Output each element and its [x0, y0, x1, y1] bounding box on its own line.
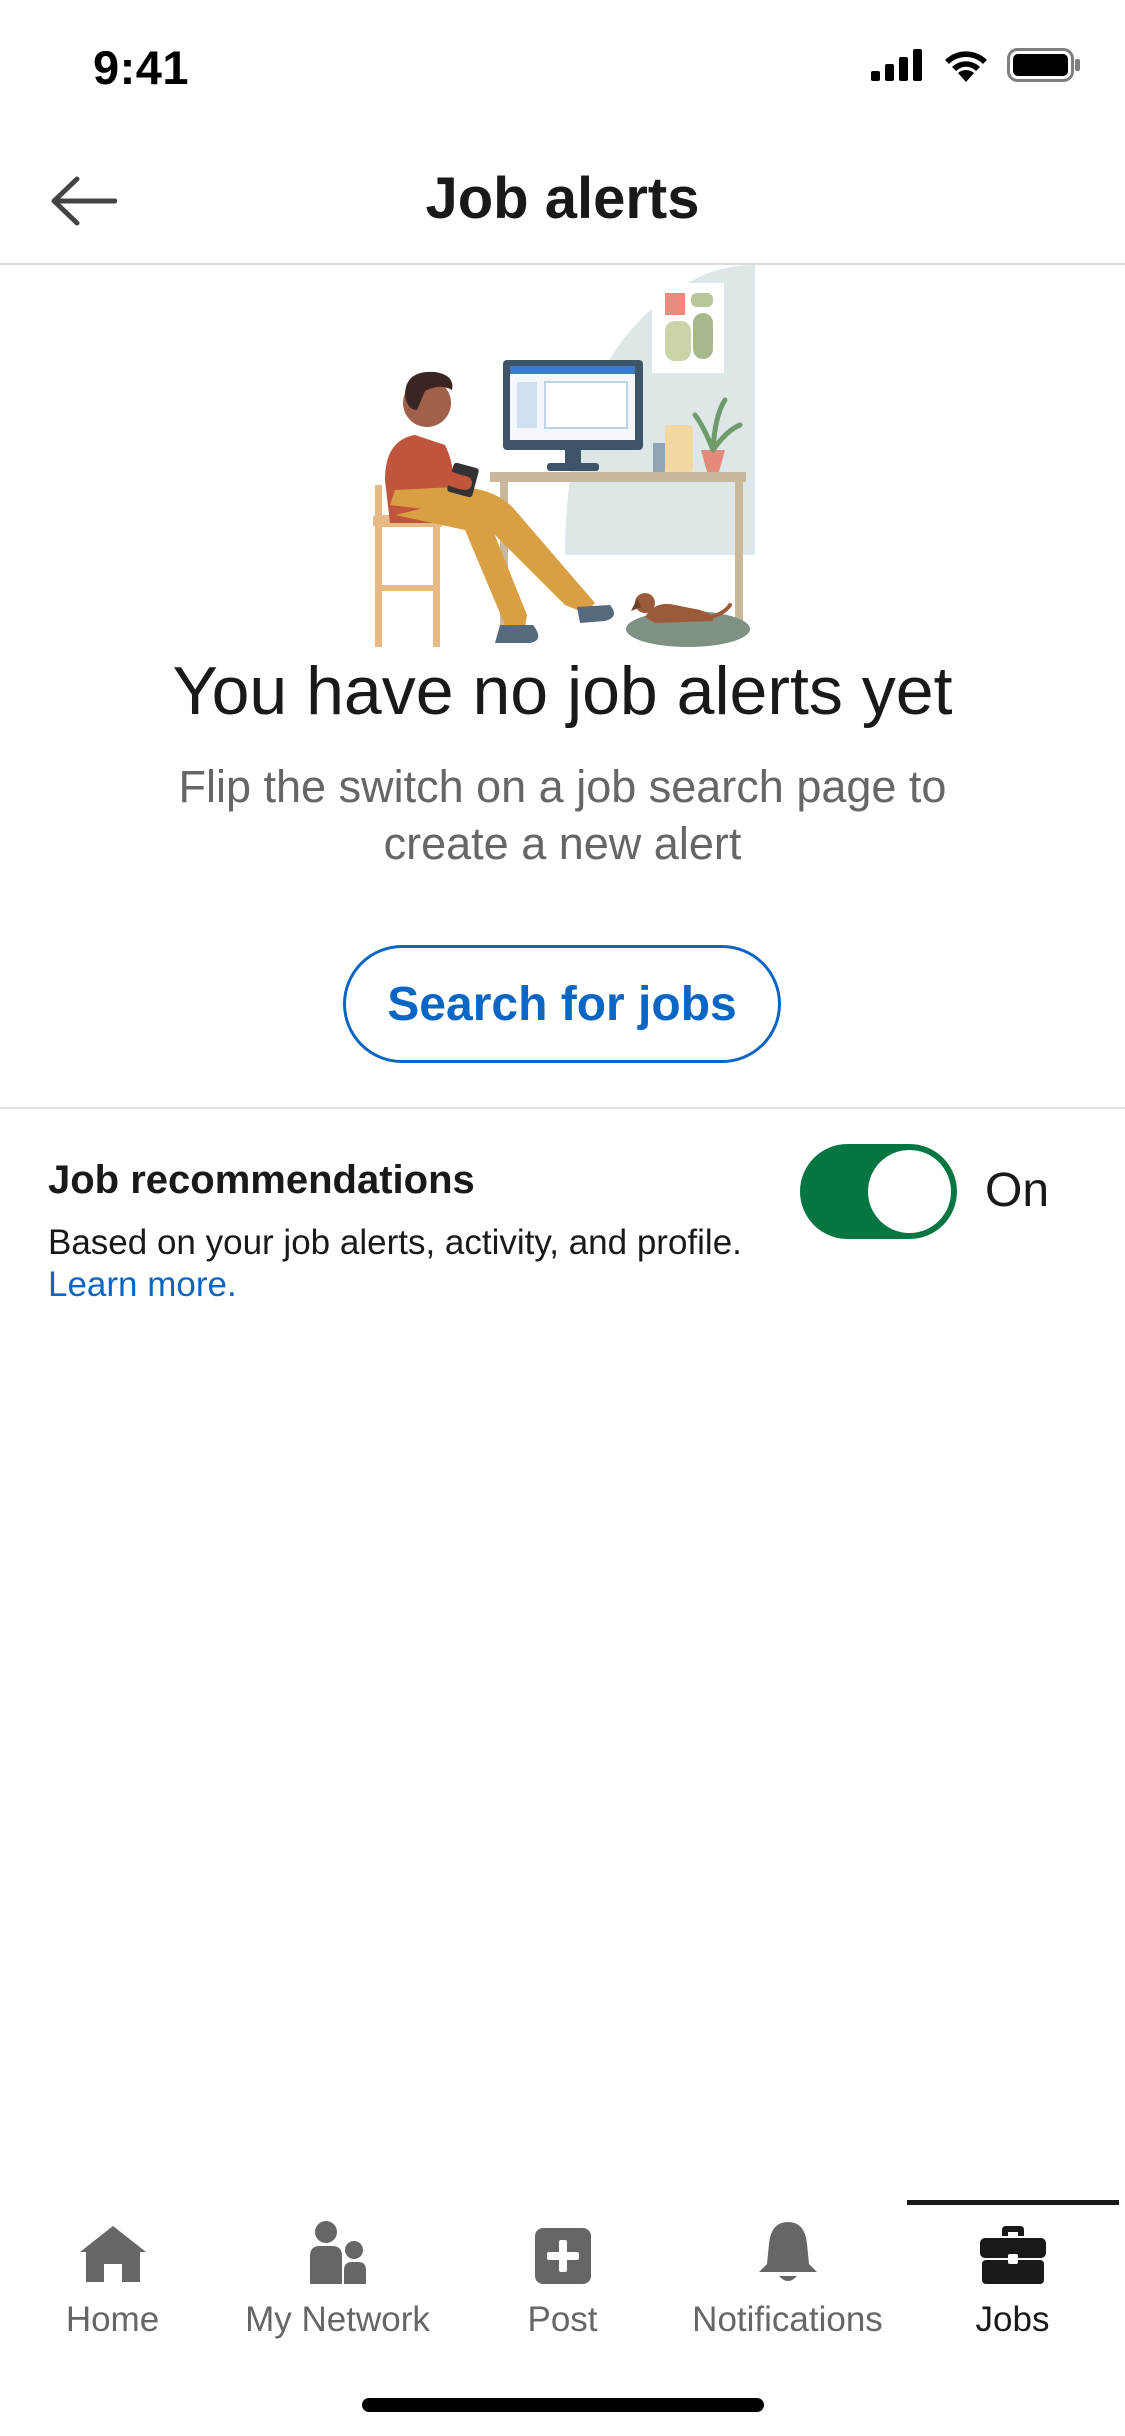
toggle-state-label: On — [985, 1164, 1050, 1217]
nav-item-post[interactable]: Post — [505, 2190, 620, 2340]
bell-icon — [758, 2222, 817, 2281]
empty-state-title: You have no job alerts yet — [172, 653, 953, 729]
nav-item-home[interactable]: Home — [40, 2190, 185, 2340]
page-title: Job alerts — [425, 166, 700, 231]
nav-label-home: Home — [65, 2300, 160, 2339]
wifi-icon — [945, 51, 987, 82]
my-network-icon — [309, 2221, 366, 2284]
nav-item-my-network[interactable]: My Network — [225, 2190, 450, 2340]
battery-icon — [1007, 48, 1080, 82]
nav-item-notifications[interactable]: Notifications — [680, 2190, 895, 2340]
search-for-jobs-button[interactable]: Search for jobs — [343, 945, 781, 1063]
post-icon — [534, 2228, 591, 2284]
job-recommendations-title: Job recommendations — [48, 1158, 475, 1202]
header: Job alerts — [0, 135, 1125, 265]
empty-state-illustration — [373, 265, 755, 647]
job-recommendations-description: Based on your job alerts, activity, and … — [48, 1222, 748, 1306]
learn-more-link[interactable]: Learn more. — [48, 1265, 237, 1304]
nav-label-jobs: Jobs — [975, 2300, 1050, 2339]
section-divider — [0, 1107, 1125, 1109]
job-recommendations-description-text: Based on your job alerts, activity, and … — [48, 1223, 742, 1262]
nav-label-notifications: Notifications — [692, 2300, 883, 2339]
nav-label-my-network: My Network — [245, 2300, 430, 2339]
home-indicator — [362, 2398, 764, 2412]
job-recommendations-toggle[interactable] — [800, 1144, 957, 1239]
briefcase-icon — [979, 2226, 1046, 2284]
status-time: 9:41 — [93, 41, 190, 94]
home-icon — [79, 2226, 146, 2282]
nav-label-post: Post — [527, 2300, 598, 2339]
toggle-knob — [868, 1150, 951, 1233]
bottom-nav: Home My Network Post Notifications Jobs — [0, 2190, 1125, 2340]
status-icons — [871, 48, 1081, 82]
nav-item-jobs[interactable]: Jobs — [945, 2190, 1080, 2340]
cellular-signal-icon — [871, 49, 922, 81]
empty-state-subtitle: Flip the switch on a job search page to … — [178, 761, 947, 869]
status-bar: 9:41 — [0, 0, 1125, 135]
